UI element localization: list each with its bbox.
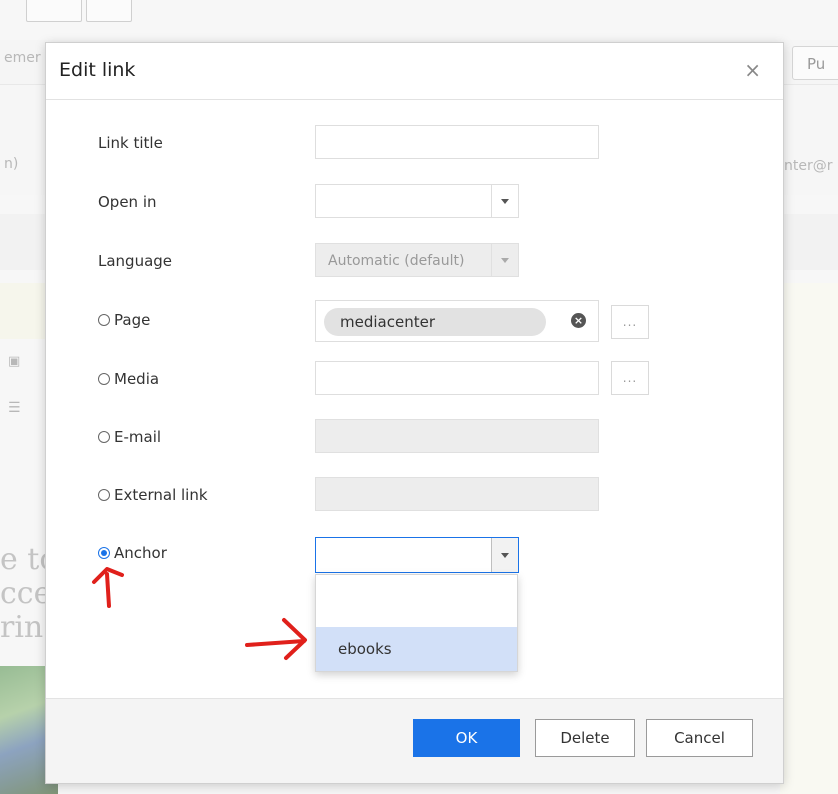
open-in-label: Open in xyxy=(98,193,157,211)
page-label: Page xyxy=(114,311,151,329)
chevron-down-icon xyxy=(501,198,509,204)
link-title-input[interactable] xyxy=(315,125,599,159)
background-dropdown-text: n) xyxy=(4,156,19,172)
cancel-button[interactable]: Cancel xyxy=(646,719,753,757)
open-in-select[interactable] xyxy=(315,184,519,218)
chevron-down-icon xyxy=(501,552,509,558)
media-label: Media xyxy=(114,370,160,388)
link-title-input-box[interactable] xyxy=(316,126,598,158)
external-link-radio[interactable] xyxy=(98,489,110,501)
page-picker[interactable]: mediacenter × xyxy=(315,300,599,342)
language-value: Automatic (default) xyxy=(328,253,465,269)
external-link-label: External link xyxy=(114,486,208,504)
dialog-title: Edit link xyxy=(59,59,136,81)
email-label: E-mail xyxy=(114,428,162,446)
page-radio-option[interactable]: Page xyxy=(98,311,150,329)
email-radio-option[interactable]: E-mail xyxy=(98,428,161,446)
anchor-dropdown-list: ebooks xyxy=(315,574,518,672)
background-toolbar xyxy=(0,0,140,22)
language-select: Automatic (default) xyxy=(315,243,519,277)
annotation-arrow-up-icon xyxy=(92,567,124,608)
anchor-option-empty[interactable] xyxy=(316,575,517,627)
background-heading-line: cce xyxy=(0,576,52,611)
background-side-panel xyxy=(780,283,838,794)
external-link-input-box xyxy=(316,478,598,510)
media-radio[interactable] xyxy=(98,373,110,385)
email-input xyxy=(315,419,599,453)
dialog-footer: OK Delete Cancel xyxy=(46,698,783,783)
background-heading-line: rin xyxy=(0,610,44,645)
language-label: Language xyxy=(98,252,173,270)
link-title-label: Link title xyxy=(98,134,163,152)
anchor-option-ebooks[interactable]: ebooks xyxy=(316,627,517,671)
media-radio-option[interactable]: Media xyxy=(98,370,159,388)
page-radio[interactable] xyxy=(98,314,110,326)
annotation-arrow-right-icon xyxy=(245,618,307,660)
external-link-radio-option[interactable]: External link xyxy=(98,486,208,504)
delete-button[interactable]: Delete xyxy=(535,719,635,757)
background-email-text: nter@r xyxy=(784,158,833,174)
background-button xyxy=(86,0,132,22)
email-input-box xyxy=(316,420,598,452)
media-input[interactable] xyxy=(315,361,599,395)
open-in-dropdown-toggle[interactable] xyxy=(491,185,518,217)
background-text: emer xyxy=(4,50,41,66)
anchor-radio[interactable] xyxy=(98,547,110,559)
image-icon: ▣ xyxy=(8,354,21,369)
page-browse-button[interactable]: ... xyxy=(611,305,649,339)
media-browse-button[interactable]: ... xyxy=(611,361,649,395)
anchor-select[interactable] xyxy=(315,537,519,573)
background-button xyxy=(26,0,82,22)
close-icon[interactable]: × xyxy=(744,58,761,82)
page-chip: mediacenter xyxy=(324,308,546,336)
clear-icon[interactable]: × xyxy=(571,313,586,328)
language-dropdown-toggle xyxy=(491,244,518,276)
list-icon: ☰ xyxy=(8,400,21,416)
media-input-box[interactable] xyxy=(316,362,598,394)
anchor-dropdown-toggle[interactable] xyxy=(491,538,518,572)
email-radio[interactable] xyxy=(98,431,110,443)
dialog-header: Edit link × xyxy=(46,43,783,100)
edit-link-dialog: Edit link × Link title Open in Language … xyxy=(45,42,784,784)
external-link-input xyxy=(315,477,599,511)
background-publish-button: Pu xyxy=(792,46,838,80)
ok-button[interactable]: OK xyxy=(413,719,520,757)
chevron-down-icon xyxy=(501,257,509,263)
